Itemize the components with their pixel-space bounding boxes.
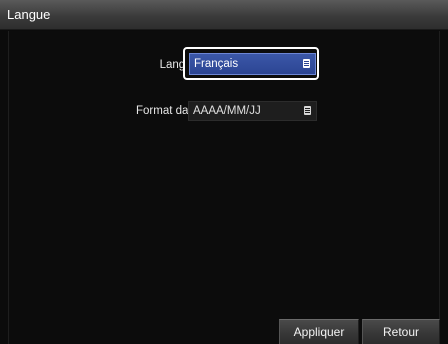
back-button[interactable]: Retour <box>362 319 440 344</box>
langue-select-value: Français <box>194 58 239 70</box>
list-icon <box>303 59 310 68</box>
date-format-select[interactable]: AAAA/MM/JJ <box>188 101 317 121</box>
date-format-select-value: AAAA/MM/JJ <box>193 105 261 117</box>
apply-button[interactable]: Appliquer <box>279 319 359 344</box>
list-icon <box>304 106 311 115</box>
language-settings-window: Langue Langue Français Format date AAAA/… <box>0 0 448 344</box>
langue-select[interactable]: Français <box>189 53 316 75</box>
window-title: Langue <box>7 7 51 22</box>
title-bar: Langue <box>0 0 448 30</box>
